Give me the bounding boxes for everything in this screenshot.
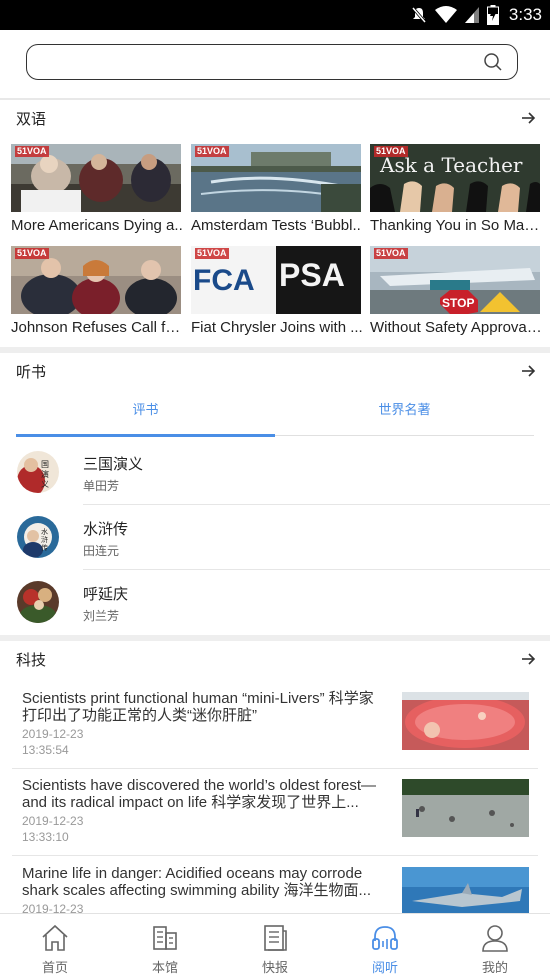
tab-world-classics[interactable]: 世界名著 xyxy=(275,392,534,438)
voa-badge: 51VOA xyxy=(374,146,408,157)
audiobook-item[interactable]: 水 浒 传 水浒传 田连元 xyxy=(0,506,550,570)
tech-header: 科技 xyxy=(0,641,550,679)
audiobook-tabs: 评书 世界名著 xyxy=(16,392,534,438)
card-caption: Thanking You in So Many.. xyxy=(370,217,542,234)
status-time: 3:33 xyxy=(508,5,542,24)
bilingual-card[interactable]: STOP 51VOA Without Safety Approval... xyxy=(370,246,542,346)
book-cover xyxy=(17,581,59,623)
article-thumbnail: 51VOA xyxy=(11,144,181,212)
audiobook-item[interactable]: 国 演 义 三国演义 单田芳 xyxy=(0,441,550,505)
user-icon xyxy=(482,925,508,952)
bilingual-card[interactable]: 51VOA Amsterdam Tests ‘Bubbl.. xyxy=(191,144,361,244)
card-caption: Fiat Chrysler Joins with ... xyxy=(191,319,363,336)
image-text-fca: FCA xyxy=(193,264,255,297)
news-date: 2019-12-23 xyxy=(22,814,84,828)
book-author: 单田芳 xyxy=(83,479,120,493)
row-divider xyxy=(12,855,538,856)
voa-badge: 51VOA xyxy=(15,146,49,157)
book-title: 水浒传 xyxy=(83,520,129,538)
section-title-bilingual: 双语 xyxy=(16,110,47,128)
svg-text:演: 演 xyxy=(41,469,49,479)
nav-label: 本馆 xyxy=(151,961,178,976)
news-thumbnail xyxy=(402,692,529,750)
article-thumbnail: Ask a Teacher 51VOA xyxy=(370,144,540,212)
bottom-navigation: 首页 本馆 快报 阅听 我的 xyxy=(0,913,550,979)
nav-profile[interactable]: 我的 xyxy=(440,914,550,979)
article-thumbnail: FCA PSA 51VOA xyxy=(191,246,361,314)
search-input[interactable] xyxy=(26,44,518,80)
news-time: 13:33:10 xyxy=(22,830,69,844)
nav-news[interactable]: 快报 xyxy=(220,914,330,979)
book-author: 刘兰芳 xyxy=(83,609,120,623)
section-title-audiobooks: 听书 xyxy=(16,363,47,381)
svg-text:浒: 浒 xyxy=(41,535,48,544)
article-thumbnail: STOP 51VOA xyxy=(370,246,540,314)
nav-label: 阅听 xyxy=(371,961,398,976)
voa-badge: 51VOA xyxy=(374,248,408,259)
row-divider xyxy=(83,569,550,570)
signal-icon xyxy=(464,7,479,23)
status-bar: 3:33 xyxy=(0,0,550,30)
search-area xyxy=(0,30,550,98)
news-headline: Marine life in danger: Acidified oceans … xyxy=(22,865,371,899)
bilingual-header: 双语 xyxy=(0,100,550,138)
news-thumbnail xyxy=(402,779,529,837)
news-headline: Scientists print functional human “mini-… xyxy=(22,690,374,724)
arrow-right-icon[interactable] xyxy=(520,110,536,126)
wifi-icon xyxy=(434,6,457,23)
section-title-tech: 科技 xyxy=(16,651,47,669)
library-icon xyxy=(153,926,177,950)
tab-active-indicator xyxy=(16,434,275,437)
voa-badge: 51VOA xyxy=(195,146,229,157)
svg-text:水: 水 xyxy=(41,527,48,536)
article-thumbnail: 51VOA xyxy=(11,246,181,314)
nav-listen[interactable]: 阅听 xyxy=(330,914,440,979)
svg-text:传: 传 xyxy=(41,543,48,552)
bilingual-card[interactable]: FCA PSA 51VOA Fiat Chrysler Joins with .… xyxy=(191,246,363,346)
headphones-icon xyxy=(372,926,398,950)
audiobooks-header: 听书 xyxy=(0,353,550,391)
nav-label: 我的 xyxy=(481,961,508,976)
news-headline: Scientists have discovered the world’s o… xyxy=(22,777,377,811)
book-title: 呼延庆 xyxy=(83,585,129,603)
battery-icon xyxy=(486,5,499,25)
tab-storytelling[interactable]: 评书 xyxy=(16,392,275,438)
image-text-stop: STOP xyxy=(442,296,474,310)
bilingual-card[interactable]: 51VOA More Americans Dying a.. xyxy=(11,144,183,244)
row-divider xyxy=(83,504,550,505)
news-item[interactable]: Scientists have discovered the world’s o… xyxy=(0,769,550,856)
voa-badge: 51VOA xyxy=(195,248,229,259)
svg-text:国: 国 xyxy=(41,460,49,469)
card-caption: Amsterdam Tests ‘Bubbl.. xyxy=(191,217,361,234)
mute-icon xyxy=(411,7,427,23)
arrow-right-icon[interactable] xyxy=(520,363,536,379)
news-item[interactable]: Scientists print functional human “mini-… xyxy=(0,682,550,769)
book-cover: 水 浒 传 xyxy=(17,516,59,558)
image-text-psa: PSA xyxy=(279,257,345,293)
book-author: 田连元 xyxy=(83,544,120,558)
nav-label: 首页 xyxy=(41,961,68,976)
audiobook-item[interactable]: 呼延庆 刘兰芳 xyxy=(0,571,550,635)
card-caption: More Americans Dying a.. xyxy=(11,217,183,234)
nav-library[interactable]: 本馆 xyxy=(110,914,220,979)
search-icon[interactable] xyxy=(483,52,503,72)
nav-label: 快报 xyxy=(261,961,288,976)
article-thumbnail: 51VOA xyxy=(191,144,361,212)
home-icon xyxy=(42,924,68,951)
arrow-right-icon[interactable] xyxy=(520,651,536,667)
svg-text:义: 义 xyxy=(41,480,49,489)
card-caption: Johnson Refuses Call fo... xyxy=(11,319,183,336)
book-cover: 国 演 义 xyxy=(17,451,59,493)
bilingual-card[interactable]: Ask a Teacher 51VOA Thanking You in So M… xyxy=(370,144,542,244)
card-caption: Without Safety Approval... xyxy=(370,319,542,336)
news-icon xyxy=(264,925,287,951)
bilingual-card[interactable]: 51VOA Johnson Refuses Call fo... xyxy=(11,246,183,346)
news-date: 2019-12-23 xyxy=(22,727,84,741)
nav-home[interactable]: 首页 xyxy=(0,914,110,979)
voa-badge: 51VOA xyxy=(15,248,49,259)
book-title: 三国演义 xyxy=(83,455,144,473)
news-time: 13:35:54 xyxy=(22,743,69,757)
